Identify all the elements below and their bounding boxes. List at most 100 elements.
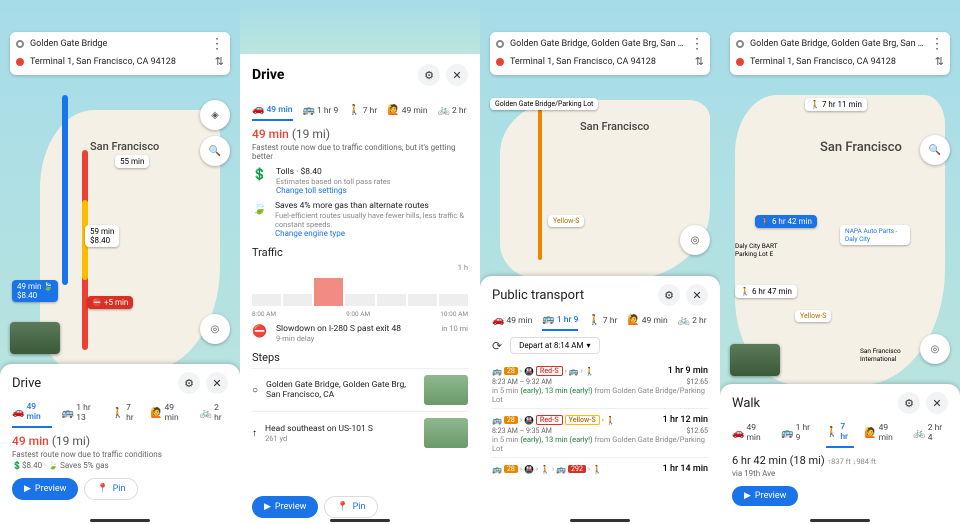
my-location-button[interactable]: ◎: [920, 334, 950, 364]
swap-icon[interactable]: ⇅: [695, 55, 704, 68]
alt-route-chip-1[interactable]: 55 min: [115, 155, 149, 168]
layers-button[interactable]: ◈: [200, 100, 230, 130]
traffic-labels: 8:00 AM9:00 AM10:00 AM: [252, 310, 468, 318]
tab-bike[interactable]: 🚲2 hr: [678, 315, 707, 330]
step-row[interactable]: ↑ Head southeast on US-101 S 261 yd: [252, 411, 468, 454]
tab-walk[interactable]: 🚶7 hr: [588, 315, 617, 330]
tab-walk[interactable]: 🚶7 hr: [112, 403, 140, 427]
nav-home-bar[interactable]: [570, 519, 630, 522]
selected-route-chip[interactable]: 49 min 🍃$8.40: [12, 280, 58, 302]
depart-time-button[interactable]: Depart at 8:14 AM ▾: [510, 337, 599, 354]
route-note: Fastest route now due to traffic conditi…: [12, 450, 228, 459]
step-thumb[interactable]: [424, 375, 468, 405]
tab-bike[interactable]: 🚲2 hr: [438, 105, 467, 120]
slowdown-text: Slowdown on I-280 S past exit 48: [276, 324, 433, 334]
walk-via: via 19th Ave: [732, 469, 948, 478]
nav-home-bar[interactable]: [810, 519, 870, 522]
tolls-title: Tolls · $8.40: [276, 167, 391, 177]
origin-field[interactable]: Golden Gate Bridge, Golden Gate Brg, San…: [510, 39, 684, 49]
transit-option[interactable]: 🚌28› 🚇›🚶› 🚌292›🚶 1 hr 14 min: [492, 458, 708, 478]
more-icon[interactable]: ⋮: [210, 40, 224, 48]
destination-field[interactable]: Terminal 1, San Francisco, CA 94128: [510, 57, 689, 67]
transit-option[interactable]: 🚌28› 🚇Red-S› 🚌›🚶 1 hr 9 min 8:23 AM – 9:…: [492, 360, 708, 409]
tab-ride[interactable]: 🙋49 min: [387, 105, 427, 120]
options-button[interactable]: ⚙: [898, 392, 920, 414]
tab-walk[interactable]: 🚶7 hr: [826, 422, 854, 448]
directions-box: Golden Gate Bridge, Golden Gate Brg, San…: [730, 32, 950, 75]
origin-field[interactable]: Golden Gate Bridge: [30, 39, 204, 49]
search-map-button[interactable]: 🔍: [920, 135, 950, 165]
tab-transit[interactable]: 🚌1 hr 13: [62, 403, 102, 427]
options-button[interactable]: ⚙: [418, 64, 440, 86]
city-label: San Francisco: [580, 120, 649, 133]
route-summary: 49 min (19 mi): [252, 127, 468, 141]
nav-home-bar[interactable]: [90, 519, 150, 522]
transit-option[interactable]: 🚌28› 🚇Red-SYellow-S›🚶 1 hr 12 min 8:23 A…: [492, 409, 708, 458]
directions-box: Golden Gate Bridge ⋮ Terminal 1, San Fra…: [10, 32, 230, 75]
sheet-title: Walk: [732, 396, 760, 411]
options-button[interactable]: ⚙: [178, 372, 200, 394]
bottom-sheet-walk: Walk ⚙ ✕ 🚗49 min 🚌1 hr 9 🚶7 hr 🙋49 min 🚲…: [720, 384, 960, 524]
tab-ride[interactable]: 🙋49 min: [150, 403, 190, 427]
close-button[interactable]: ✕: [686, 284, 708, 306]
tab-transit[interactable]: 🚌1 hr 9: [781, 423, 816, 447]
refresh-button[interactable]: ⟳: [492, 339, 502, 353]
options-button[interactable]: ⚙: [658, 284, 680, 306]
slowdown-sub: 9-min delay: [276, 334, 433, 343]
preview-button[interactable]: ▶ Preview: [732, 486, 798, 506]
destination-field[interactable]: Terminal 1, San Francisco, CA 94128: [30, 57, 209, 67]
traffic-chart: [252, 276, 468, 306]
sheet-title: Drive: [252, 67, 285, 83]
alt-walk-chip-2[interactable]: 🚶 6 hr 47 min: [735, 285, 797, 298]
streetview-thumb[interactable]: [730, 344, 780, 376]
selected-walk-chip[interactable]: 🚶 6 hr 42 min: [755, 215, 817, 228]
alt-route-chip-2[interactable]: 59 min$8.40: [85, 225, 119, 247]
more-icon[interactable]: ⋮: [930, 40, 944, 48]
sheet-title: Public transport: [492, 288, 584, 303]
tolls-link[interactable]: Change toll settings: [276, 186, 391, 195]
traffic-scale: 1 h: [252, 263, 468, 272]
origin-field[interactable]: Golden Gate Bridge, Golden Gate Brg, San…: [750, 39, 924, 49]
directions-box: Golden Gate Bridge, Golden Gate Brg, San…: [490, 32, 710, 75]
pin-button[interactable]: 📍 Pin: [324, 496, 378, 518]
step-thumb[interactable]: [424, 418, 468, 448]
tab-transit[interactable]: 🚌1 hr 9: [303, 105, 339, 120]
tab-bike[interactable]: 🚲2 hr 4: [913, 423, 948, 447]
destination-icon: [736, 58, 744, 66]
destination-icon: [16, 58, 24, 66]
pin-button[interactable]: 📍 Pin: [84, 478, 138, 500]
nav-home-bar[interactable]: [330, 519, 390, 522]
more-icon[interactable]: ⋮: [690, 40, 704, 48]
tab-ride[interactable]: 🙋49 min: [627, 315, 667, 330]
screen-drive-expanded: Drive ⚙ ✕ 🚗49 min 🚌1 hr 9 🚶7 hr 🙋49 min …: [240, 0, 480, 524]
preview-button[interactable]: ▶ Preview: [12, 478, 78, 500]
swap-icon[interactable]: ⇅: [215, 55, 224, 68]
tab-drive[interactable]: 🚗49 min: [732, 423, 771, 447]
my-location-button[interactable]: ◎: [200, 314, 230, 344]
swap-icon[interactable]: ⇅: [935, 55, 944, 68]
close-button[interactable]: ✕: [206, 372, 228, 394]
search-map-button[interactable]: 🔍: [200, 136, 230, 166]
eco-link[interactable]: Change engine type: [275, 229, 468, 238]
expanded-sheet-drive: Drive ⚙ ✕ 🚗49 min 🚌1 hr 9 🚶7 hr 🙋49 min …: [240, 54, 480, 524]
poi-label[interactable]: NAPA Auto Parts - Daly City: [840, 225, 910, 245]
my-location-button[interactable]: ◎: [680, 225, 710, 255]
step-row[interactable]: ○ Golden Gate Bridge, Golden Gate Brg, S…: [252, 368, 468, 411]
tab-bike[interactable]: 🚲2 hr: [200, 403, 228, 427]
preview-button[interactable]: ▶ Preview: [252, 496, 318, 518]
tab-walk[interactable]: 🚶7 hr: [348, 105, 377, 120]
streetview-thumb[interactable]: [10, 322, 60, 354]
tab-transit[interactable]: 🚌1 hr 9: [542, 314, 578, 331]
origin-icon: [496, 40, 504, 48]
poi-label: San Francisco International: [855, 345, 915, 365]
destination-field[interactable]: Terminal 1, San Francisco, CA 94128: [750, 57, 929, 67]
tab-ride[interactable]: 🙋49 min: [864, 423, 903, 447]
mode-tabs: 🚗49 min 🚌1 hr 9 🚶7 hr 🙋49 min 🚲2 hr 4: [732, 422, 948, 448]
close-button[interactable]: ✕: [446, 64, 468, 86]
tab-drive[interactable]: 🚗49 min: [492, 315, 532, 330]
alt-walk-chip[interactable]: 🚶 7 hr 11 min: [805, 98, 867, 111]
close-button[interactable]: ✕: [926, 392, 948, 414]
tab-drive[interactable]: 🚗49 min: [252, 104, 293, 121]
tab-drive[interactable]: 🚗49 min: [12, 402, 52, 428]
city-label: San Francisco: [90, 140, 159, 153]
